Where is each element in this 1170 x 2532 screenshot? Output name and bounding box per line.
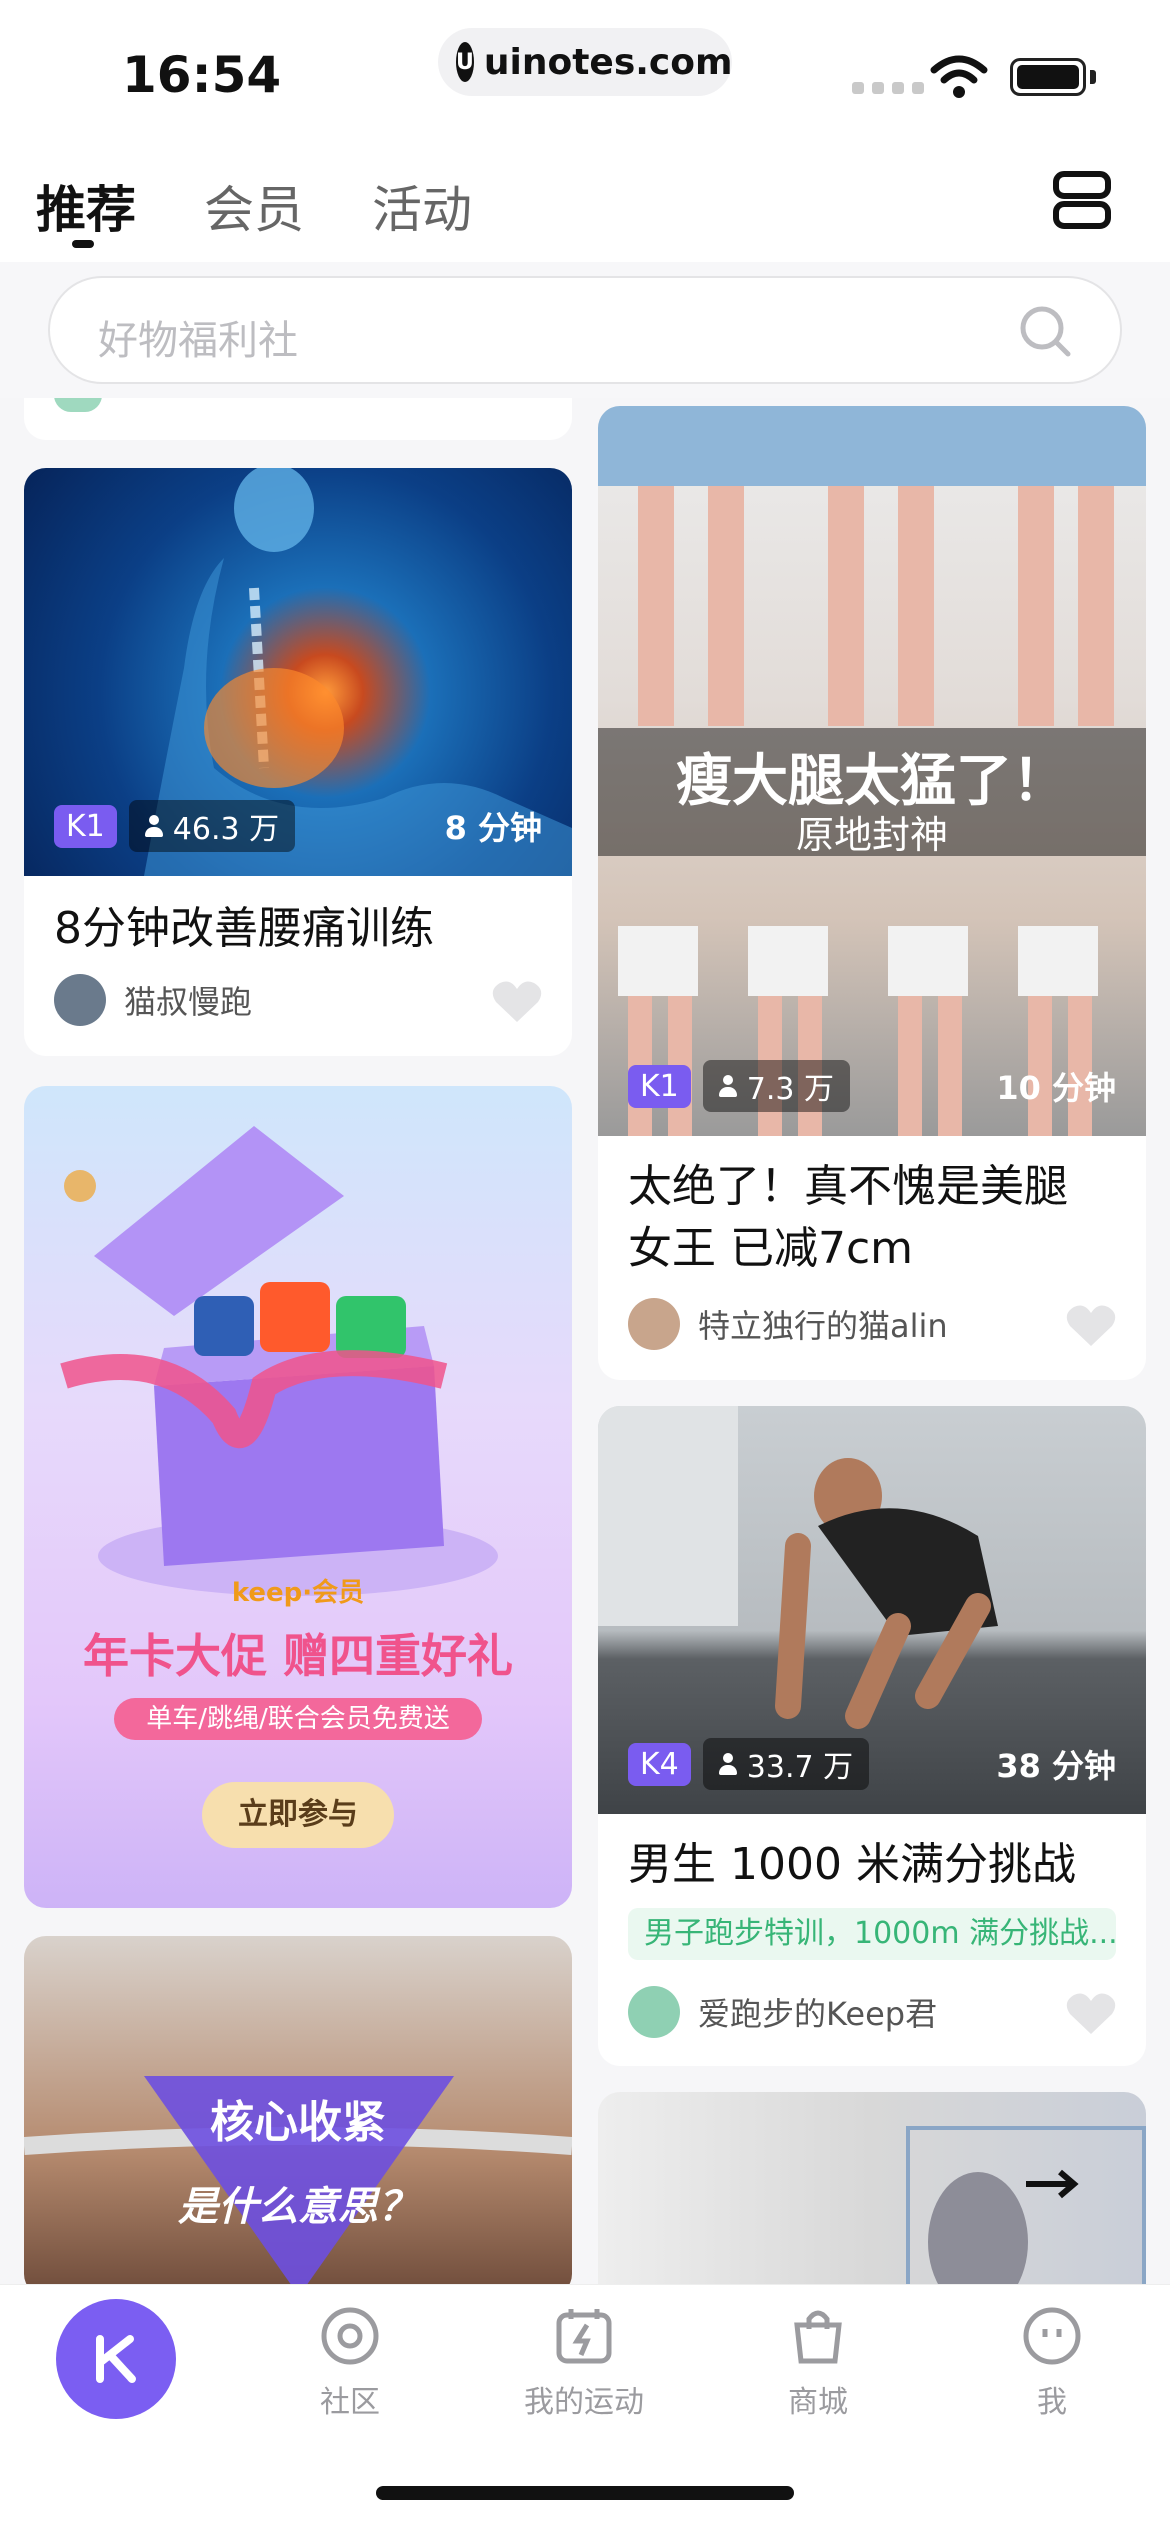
view-count: 7.3 万 xyxy=(702,1060,851,1112)
search-input[interactable]: 好物福利社 xyxy=(48,276,1122,384)
level-badge: K1 xyxy=(628,1064,691,1108)
promo-subline: 单车/跳绳/联合会员免费送 xyxy=(114,1698,482,1740)
tab-activity[interactable]: 活动 xyxy=(372,170,472,242)
search-placeholder: 好物福利社 xyxy=(98,318,298,364)
author[interactable]: 特立独行的猫alin xyxy=(628,1298,948,1350)
profile-face-icon xyxy=(1023,2307,1081,2365)
battery-icon xyxy=(1010,58,1086,96)
workout-thumbnail xyxy=(906,2126,1146,2284)
workout-card[interactable]: 瘦大腿太猛了！ 原地封神 K1 7.3 万 10 分钟 太绝了！真不愧是美腿 女… xyxy=(598,406,1146,1380)
tab-recommend[interactable]: 推荐 xyxy=(36,170,136,242)
author-name: 猫叔慢跑 xyxy=(124,983,253,1021)
promo-banner[interactable]: keep·会员 年卡大促 赠四重好礼 单车/跳绳/联合会员免费送 立即参与 xyxy=(24,1086,572,1908)
nav-label: 商城 xyxy=(788,2385,848,2420)
person-icon xyxy=(718,1753,737,1775)
author[interactable]: 猫叔慢跑 xyxy=(54,974,252,1026)
nav-me[interactable]: 我 xyxy=(962,2305,1142,2421)
nav-label: 我 xyxy=(1037,2385,1067,2420)
meta-row: K4 33.7 万 38 分钟 xyxy=(628,1738,1116,1790)
duration: 8 分钟 xyxy=(444,809,542,847)
content-feed[interactable]: K1 46.3 万 8 分钟 8分钟改善腰痛训练 猫叔慢跑 keep·会员 年卡… xyxy=(0,398,1170,2284)
avatar xyxy=(628,1986,680,2038)
workout-card[interactable]: K1 46.3 万 8 分钟 8分钟改善腰痛训练 猫叔慢跑 xyxy=(24,468,572,1056)
heart-icon[interactable] xyxy=(492,980,542,1024)
layout-switch-icon[interactable] xyxy=(1052,170,1112,230)
card-partial-top[interactable] xyxy=(24,398,572,440)
view-count: 46.3 万 xyxy=(128,800,296,852)
card-title: 女王 已减7cm xyxy=(628,1223,914,1274)
view-count: 33.7 万 xyxy=(702,1738,870,1790)
card-title: 太绝了！真不愧是美腿 xyxy=(628,1161,1068,1212)
status-time: 16:54 xyxy=(122,46,282,104)
duration: 10 分钟 xyxy=(996,1069,1116,1107)
search-bar-area: 好物福利社 xyxy=(0,262,1170,398)
nav-community[interactable]: 社区 xyxy=(260,2305,440,2421)
overlay-text: 是什么意思？ xyxy=(178,2184,418,2230)
status-bar: 16:54 U uinotes.com xyxy=(0,0,1170,140)
shopping-bag-icon xyxy=(794,2310,842,2364)
heart-icon[interactable] xyxy=(1066,1992,1116,2036)
keep-member-logo: keep·会员 xyxy=(231,1578,365,1608)
tab-active-indicator xyxy=(72,240,94,248)
card-title: 8分钟改善腰痛训练 xyxy=(54,903,434,954)
workout-card[interactable]: K4 33.7 万 38 分钟 男生 1000 米满分挑战 男子跑步特训，100… xyxy=(598,1406,1146,2066)
url-pill[interactable]: U uinotes.com xyxy=(438,28,733,96)
author-name: 爱跑步的Keep君 xyxy=(698,1995,938,2033)
site-logo-icon: U xyxy=(456,42,474,82)
nav-label: 社区 xyxy=(320,2385,380,2420)
promo-headline: 年卡大促 赠四重好礼 xyxy=(82,1629,513,1683)
meta-row: K1 7.3 万 10 分钟 xyxy=(628,1060,1116,1112)
workout-card[interactable] xyxy=(598,2092,1146,2284)
join-now-button[interactable]: 立即参与 xyxy=(202,1782,394,1848)
person-icon xyxy=(718,1075,737,1097)
author-name: 特立独行的猫alin xyxy=(698,1307,948,1345)
gift-box-illustration xyxy=(60,1126,498,1596)
lightning-calendar-icon xyxy=(556,2309,612,2364)
level-badge: K1 xyxy=(54,804,117,848)
meta-row: K1 46.3 万 8 分钟 xyxy=(54,800,542,852)
nav-mall[interactable]: 商城 xyxy=(728,2305,908,2421)
card-title: 男生 1000 米满分挑战 xyxy=(628,1839,1076,1890)
url-text: uinotes.com xyxy=(483,41,733,83)
workout-thumbnail: 瘦大腿太猛了！ 原地封神 K1 7.3 万 10 分钟 xyxy=(598,406,1146,1136)
duration: 38 分钟 xyxy=(996,1747,1116,1785)
home-keep-button[interactable] xyxy=(56,2299,176,2419)
tab-member[interactable]: 会员 xyxy=(204,170,304,242)
overlay-text: 核心收紧 xyxy=(210,2097,386,2148)
workout-thumbnail: K1 46.3 万 8 分钟 xyxy=(24,468,572,876)
wifi-icon xyxy=(930,55,988,98)
keep-logo-icon xyxy=(96,2335,136,2383)
workout-thumbnail: K4 33.7 万 38 分钟 xyxy=(598,1406,1146,1814)
community-icon xyxy=(321,2307,379,2365)
nav-label: 我的运动 xyxy=(524,2385,644,2420)
workout-card[interactable]: 核心收紧 是什么意思？ xyxy=(24,1936,572,2284)
home-indicator[interactable] xyxy=(376,2486,794,2500)
cellular-signal-icon xyxy=(852,82,924,94)
avatar xyxy=(628,1298,680,1350)
nav-my-workout[interactable]: 我的运动 xyxy=(494,2305,674,2421)
top-tabs: 推荐 会员 活动 xyxy=(0,140,1170,262)
tagline: 男子跑步特训，1000m 满分挑战... xyxy=(628,1908,1116,1960)
person-icon xyxy=(144,815,163,837)
overlay-subline: 原地封神 xyxy=(795,813,948,857)
avatar xyxy=(54,398,102,412)
heart-icon[interactable] xyxy=(1066,1304,1116,1348)
author[interactable]: 爱跑步的Keep君 xyxy=(628,1986,937,2038)
search-icon[interactable] xyxy=(1018,304,1072,358)
level-badge: K4 xyxy=(628,1742,691,1786)
avatar xyxy=(54,974,106,1026)
